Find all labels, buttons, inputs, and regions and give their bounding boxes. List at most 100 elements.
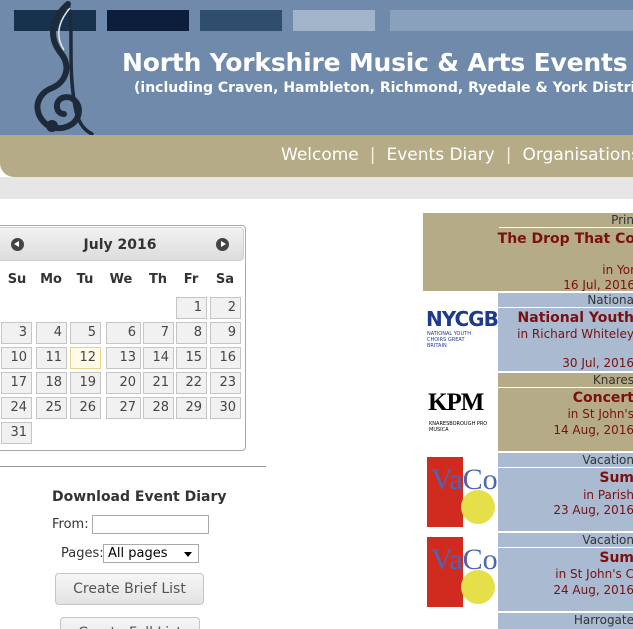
calendar-day[interactable]: 11: [36, 347, 67, 369]
chevron-down-icon: [184, 552, 192, 557]
calendar-day[interactable]: 15: [176, 347, 207, 369]
calendar-header: July 2016: [0, 227, 244, 261]
nav-separator: |: [505, 145, 512, 165]
calendar-day[interactable]: 16: [210, 347, 241, 369]
site-title: North Yorkshire Music & Arts Events Diar…: [122, 48, 633, 77]
from-date-input[interactable]: [92, 515, 209, 534]
header-decor-bar: [390, 10, 633, 31]
event-venue: in Parish: [583, 488, 633, 502]
calendar-day[interactable]: 7: [143, 322, 174, 344]
weekday-label: Su: [7, 272, 27, 287]
calendar-day[interactable]: 27: [106, 397, 141, 419]
calendar-day[interactable]: 28: [143, 397, 174, 419]
calendar-day[interactable]: 9: [210, 322, 241, 344]
event-details: The Drop That Co in Yor 16 Jul, 2016: [498, 227, 633, 291]
event-category: Vacation: [582, 453, 633, 467]
calendar-day[interactable]: 8: [176, 322, 207, 344]
event-venue: in St John's C: [555, 567, 633, 581]
event-card[interactable]: VaCo Vacation Sum in Parish 23 Aug, 2016: [423, 451, 633, 531]
calendar-day[interactable]: 17: [1, 372, 32, 394]
pages-select[interactable]: All pages: [103, 544, 199, 563]
event-venue: in Richard Whiteley: [517, 327, 633, 341]
nav-separator: |: [369, 145, 376, 165]
create-full-list-button[interactable]: Create Full List: [60, 617, 200, 629]
event-category: Vacation: [582, 533, 633, 547]
event-details: Sum in St John's C 24 Aug, 2016: [498, 547, 633, 611]
calendar-day[interactable]: 6: [106, 322, 141, 344]
treble-clef-icon: [34, 1, 94, 136]
event-category: Harrogate: [573, 613, 633, 627]
calendar-day[interactable]: 30: [210, 397, 241, 419]
event-date: 24 Aug, 2016: [553, 583, 633, 597]
weekday-label: Th: [148, 272, 168, 287]
site-header: North Yorkshire Music & Arts Events Diar…: [0, 0, 633, 136]
calendar-day-today[interactable]: 12: [70, 347, 101, 369]
kpm-logo-caption: KNARESBOROUGH PRO MUSICA: [429, 421, 488, 433]
main-nav: Welcome | Events Diary | Organisations: [281, 145, 633, 165]
from-label: From:: [52, 517, 89, 532]
calendar-day[interactable]: 25: [36, 397, 67, 419]
event-card[interactable]: Harrogate: [423, 611, 633, 629]
pages-select-value: All pages: [108, 546, 168, 561]
calendar-day[interactable]: 24: [1, 397, 32, 419]
calendar-day[interactable]: 1: [176, 297, 207, 319]
vaco-logo: VaCo: [423, 453, 498, 531]
calendar-day[interactable]: 13: [106, 347, 141, 369]
event-card[interactable]: KPM KNARESBOROUGH PRO MUSICA Knares Conc…: [423, 371, 633, 451]
nav-welcome[interactable]: Welcome: [281, 145, 359, 165]
event-category: Knares: [592, 373, 633, 387]
calendar-day[interactable]: 14: [143, 347, 174, 369]
calendar-day[interactable]: 4: [36, 322, 67, 344]
event-title[interactable]: The Drop That Co: [498, 231, 633, 247]
event-title[interactable]: Concert: [573, 390, 633, 406]
event-details: Sum in Parish 23 Aug, 2016: [498, 467, 633, 531]
vaco-logo: VaCo: [423, 533, 498, 611]
vaco-logo-text: VaCo: [431, 463, 498, 496]
calendar-day[interactable]: 18: [36, 372, 67, 394]
event-venue: in St John's: [567, 407, 633, 421]
event-venue: in Yor: [602, 263, 633, 277]
nav-organisations[interactable]: Organisations: [522, 145, 633, 165]
header-decor-bar: [200, 10, 282, 31]
create-brief-list-button[interactable]: Create Brief List: [55, 573, 204, 605]
event-calendar: July 2016 Su Mo Tu We Th Fr Sa 1 2 3 4 5…: [0, 225, 246, 451]
calendar-month-title: July 2016: [83, 237, 157, 253]
event-title[interactable]: Sum: [599, 470, 633, 486]
weekday-label: Fr: [183, 272, 199, 287]
event-category: Nationa: [587, 293, 633, 307]
weekday-label: Sa: [215, 272, 235, 287]
calendar-day[interactable]: 10: [1, 347, 32, 369]
header-decor-bar: [293, 10, 375, 31]
event-details: Concert in St John's 14 Aug, 2016: [498, 387, 633, 451]
event-title[interactable]: Sum: [599, 550, 633, 566]
calendar-day[interactable]: 22: [176, 372, 207, 394]
nav-events-diary[interactable]: Events Diary: [387, 145, 495, 165]
download-title: Download Event Diary: [52, 489, 227, 505]
calendar-day[interactable]: 3: [1, 322, 32, 344]
calendar-day[interactable]: 20: [106, 372, 141, 394]
header-decor-bar: [107, 10, 189, 31]
event-card[interactable]: NYCGB NATIONAL YOUTH CHOIRS GREAT BRITAI…: [423, 291, 633, 371]
calendar-day[interactable]: 26: [70, 397, 101, 419]
weekday-label: Mo: [40, 272, 62, 287]
calendar-day[interactable]: 29: [176, 397, 207, 419]
event-title[interactable]: National Youth: [518, 310, 633, 326]
kpm-logo: KPM KNARESBOROUGH PRO MUSICA: [423, 373, 498, 451]
event-card[interactable]: VaCo Vacation Sum in St John's C 24 Aug,…: [423, 531, 633, 611]
kpm-logo-text: KPM: [428, 389, 484, 416]
nycgb-logo-caption: NATIONAL YOUTH CHOIRS GREAT BRITAIN: [427, 331, 471, 349]
calendar-day[interactable]: 31: [1, 422, 32, 444]
weekday-label: We: [109, 272, 133, 287]
calendar-day[interactable]: 2: [210, 297, 241, 319]
event-date: 23 Aug, 2016: [553, 503, 633, 517]
event-card[interactable]: Prin The Drop That Co in Yor 16 Jul, 201…: [423, 211, 633, 291]
calendar-day[interactable]: 5: [70, 322, 101, 344]
calendar-day[interactable]: 21: [143, 372, 174, 394]
vaco-logo-text: VaCo: [431, 543, 498, 576]
calendar-day[interactable]: 19: [70, 372, 101, 394]
calendar-day[interactable]: 23: [210, 372, 241, 394]
event-details: National Youth in Richard Whiteley 30 Ju…: [498, 307, 633, 371]
pages-label: Pages:: [61, 546, 104, 561]
next-month-icon[interactable]: [216, 238, 229, 251]
main-nav-bar: Welcome | Events Diary | Organisations: [0, 135, 633, 177]
